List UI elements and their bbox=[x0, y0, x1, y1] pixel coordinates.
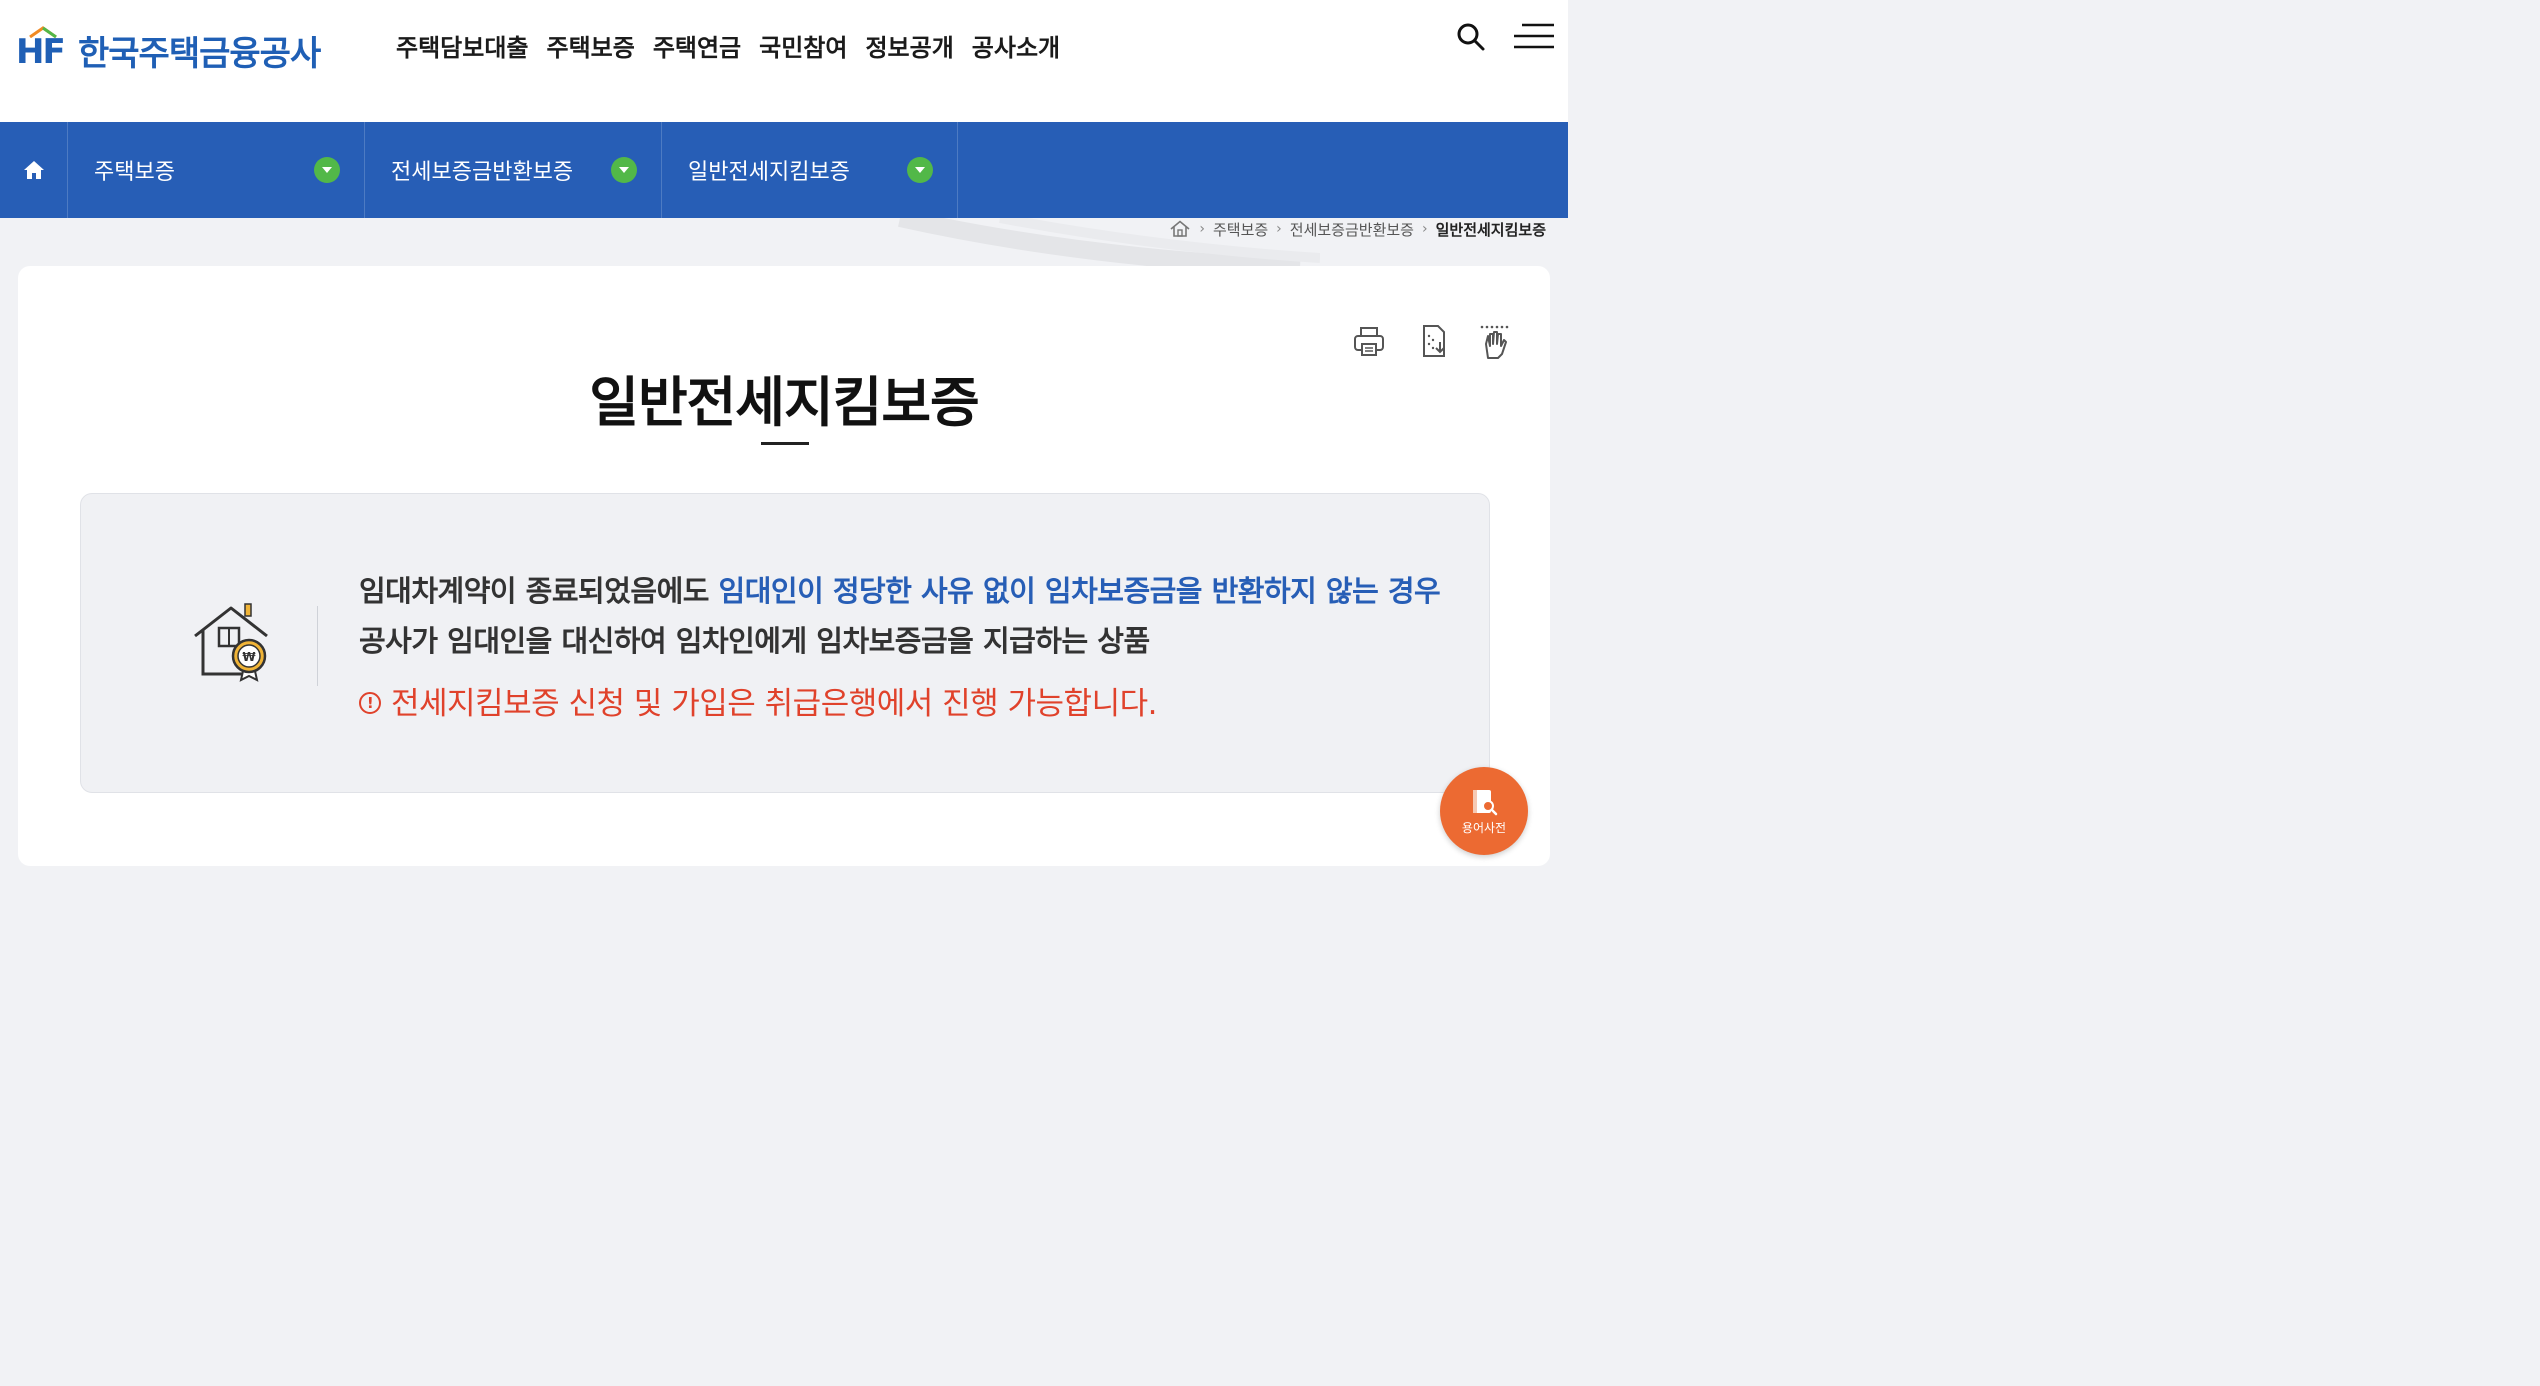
breadcrumb-separator-icon: › bbox=[1421, 221, 1428, 237]
download-icon[interactable] bbox=[1418, 324, 1452, 360]
breadcrumb-separator-icon: › bbox=[1199, 221, 1205, 237]
gnb-item-company-intro[interactable]: 공사소개 bbox=[972, 28, 1060, 63]
site-header: HF 한국주택금융공사 주택담보대출 주택보증 주택연금 국민참여 정보공개 공… bbox=[0, 0, 1568, 122]
dropdown-depth2[interactable]: 전세보증금반환보증 bbox=[365, 122, 662, 218]
title-underline bbox=[761, 442, 809, 445]
gnb-item-housing-pension[interactable]: 주택연금 bbox=[653, 28, 741, 63]
description-line-2: 공사가 임대인을 대신하여 임차인에게 임차보증금을 지급하는 상품 bbox=[359, 624, 1150, 658]
gnb-item-housing-guarantee[interactable]: 주택보증 bbox=[546, 28, 634, 63]
dropdown-depth2-label: 전세보증금반환보증 bbox=[391, 160, 574, 185]
sign-language-icon[interactable] bbox=[1478, 324, 1512, 360]
gnb-item-mortgage[interactable]: 주택담보대출 bbox=[396, 28, 528, 63]
dropdown-depth1-label: 주택보증 bbox=[94, 160, 175, 185]
dropdown-depth1[interactable]: 주택보증 bbox=[68, 122, 365, 218]
hamburger-menu-icon[interactable] bbox=[1514, 22, 1554, 50]
content-card: 일반전세지킴보증 ₩ 임대차계약이 종료되었음에도 임대인이 정당한 사유 없이… bbox=[18, 266, 1550, 866]
global-nav: 주택담보대출 주택보증 주택연금 국민참여 정보공개 공사소개 bbox=[396, 28, 1060, 63]
breadcrumb-item[interactable]: 주택보증 bbox=[1213, 219, 1268, 240]
home-icon bbox=[23, 161, 44, 179]
chevron-down-icon bbox=[314, 157, 340, 183]
notice-text: 전세지킴보증 신청 및 가입은 취급은행에서 진행 가능합니다. bbox=[391, 686, 1157, 722]
print-icon[interactable] bbox=[1352, 324, 1386, 360]
search-icon[interactable] bbox=[1456, 22, 1486, 52]
exclamation-circle-icon: ! bbox=[359, 691, 381, 714]
dropdown-depth3[interactable]: 일반전세지킴보증 bbox=[662, 122, 958, 218]
description-text: 임대차계약이 종료되었음에도 bbox=[359, 574, 719, 608]
notice-message: ! 전세지킴보증 신청 및 가입은 취급은행에서 진행 가능합니다. bbox=[359, 678, 1157, 723]
breadcrumb-current: 일반전세지킴보증 bbox=[1435, 220, 1546, 239]
home-button[interactable] bbox=[0, 122, 68, 218]
breadcrumb-separator-icon: › bbox=[1276, 221, 1282, 237]
chevron-down-icon bbox=[611, 157, 637, 183]
svg-text:₩: ₩ bbox=[242, 650, 256, 664]
chevron-down-icon bbox=[907, 157, 933, 183]
description-line-1: 임대차계약이 종료되었음에도 임대인이 정당한 사유 없이 임차보증금을 반환하… bbox=[359, 566, 1441, 616]
breadcrumb: › 주택보증 › 전세보증금반환보증 › 일반전세지킴보증 bbox=[1169, 218, 1546, 240]
hf-logo-mark: HF bbox=[16, 25, 72, 72]
breadcrumb-home-icon[interactable] bbox=[1169, 220, 1191, 238]
vertical-divider bbox=[317, 606, 318, 686]
product-description: 임대차계약이 종료되었음에도 임대인이 정당한 사유 없이 임차보증금을 반환하… bbox=[359, 566, 1441, 666]
dropdown-depth3-label: 일반전세지킴보증 bbox=[688, 160, 850, 185]
breadcrumb-item[interactable]: 전세보증금반환보증 bbox=[1290, 219, 1414, 240]
glossary-button[interactable]: 용어사전 bbox=[1440, 767, 1528, 855]
house-guarantee-icon: ₩ bbox=[194, 603, 268, 682]
site-logo[interactable]: HF 한국주택금융공사 bbox=[16, 22, 321, 75]
location-nav-bar: 주택보증 전세보증금반환보증 일반전세지킴보증 bbox=[0, 122, 1568, 218]
glossary-book-icon bbox=[1473, 789, 1498, 815]
description-highlight: 임대인이 정당한 사유 없이 임차보증금을 반환하지 않는 경우 bbox=[718, 574, 1441, 608]
logo-mark-text: HF bbox=[16, 31, 66, 72]
gnb-item-public-participation[interactable]: 국민참여 bbox=[759, 28, 847, 63]
glossary-button-label: 용어사전 bbox=[1461, 820, 1507, 835]
page-title: 일반전세지킴보증 bbox=[589, 371, 979, 434]
product-summary-box: ₩ 임대차계약이 종료되었음에도 임대인이 정당한 사유 없이 임차보증금을 반… bbox=[80, 493, 1490, 793]
logo-text: 한국주택금융공사 bbox=[78, 34, 321, 74]
gnb-item-information-disclosure[interactable]: 정보공개 bbox=[865, 28, 953, 63]
